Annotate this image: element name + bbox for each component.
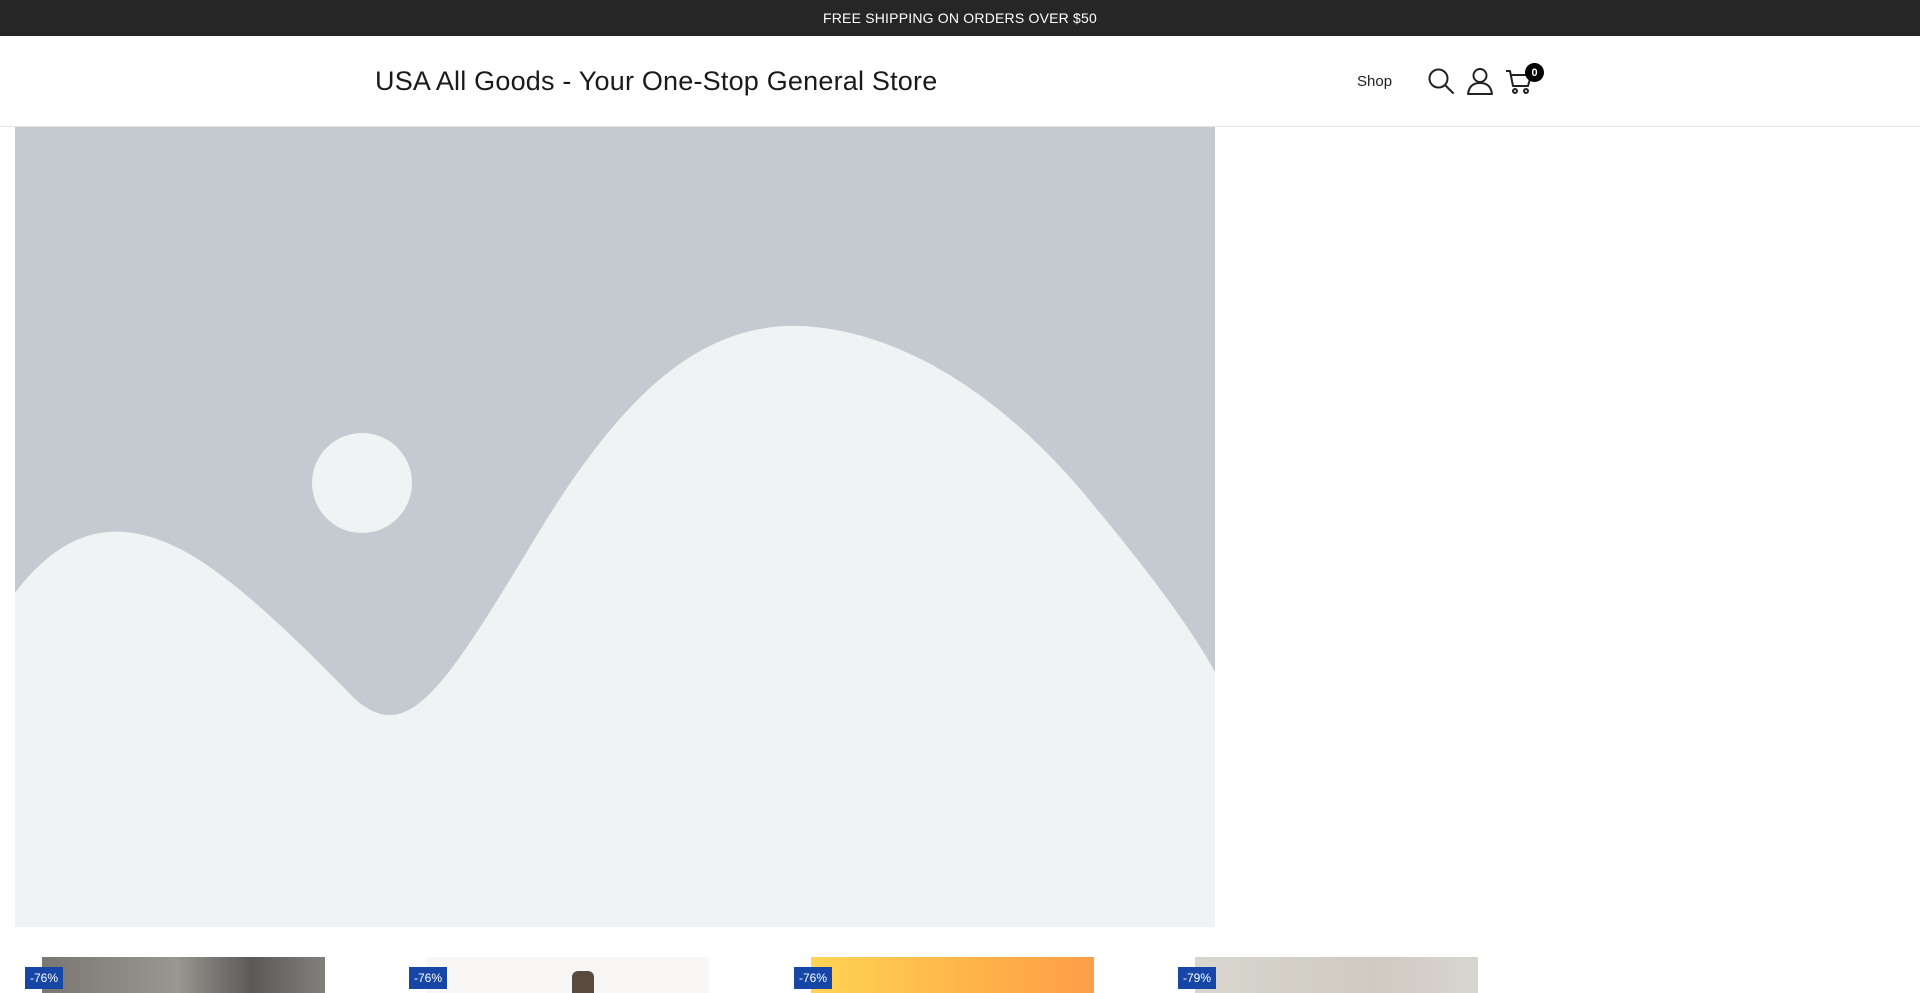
discount-badge: -76%: [409, 967, 448, 989]
product-card[interactable]: -79%: [1178, 957, 1478, 993]
announcement-text: FREE SHIPPING ON ORDERS OVER $50: [822, 10, 1098, 26]
store-logo[interactable]: USA All Goods - Your One-Stop General St…: [375, 36, 937, 126]
product-image[interactable]: [1195, 957, 1478, 993]
user-icon[interactable]: [1465, 66, 1495, 96]
product-card[interactable]: -76%: [409, 957, 709, 993]
discount-badge: -76%: [25, 967, 64, 989]
discount-badge: -76%: [794, 967, 833, 989]
product-image[interactable]: [426, 957, 709, 993]
hero-image: [15, 127, 1215, 927]
product-card[interactable]: -76%: [794, 957, 1094, 993]
search-icon[interactable]: [1426, 66, 1456, 96]
product-image[interactable]: [811, 957, 1094, 993]
product-card[interactable]: -76%: [25, 957, 325, 993]
announcement-bar: FREE SHIPPING ON ORDERS OVER $50: [0, 0, 1920, 36]
site-header: USA All Goods - Your One-Stop General St…: [0, 36, 1920, 127]
placeholder-image-icon: [15, 127, 1215, 927]
product-image[interactable]: [42, 957, 325, 993]
discount-badge: -79%: [1178, 967, 1217, 989]
nav-shop-link[interactable]: Shop: [1357, 36, 1392, 126]
cart-count-badge: 0: [1525, 63, 1544, 82]
